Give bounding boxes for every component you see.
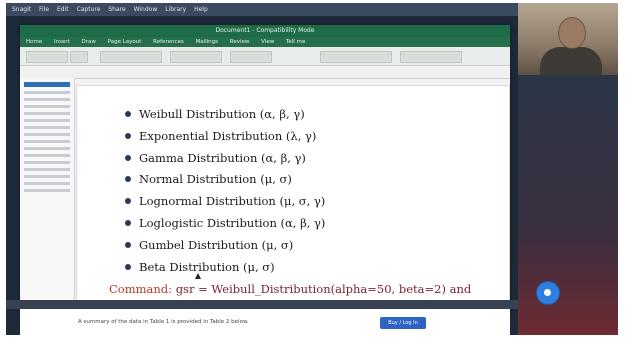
ribbon-tab[interactable]: Draw	[82, 39, 96, 45]
list-item: Normal Distribution (μ, σ)	[125, 169, 325, 191]
bullet-icon	[125, 154, 131, 161]
word-secondary-toolbar	[20, 66, 510, 79]
menubar-item[interactable]: Share	[108, 6, 125, 13]
menubar-item[interactable]: Library	[165, 6, 186, 13]
ribbon-tab[interactable]: Home	[26, 39, 42, 45]
style-box[interactable]	[230, 51, 272, 63]
nav-item[interactable]	[24, 119, 70, 122]
nav-item[interactable]	[24, 126, 70, 129]
word-title: Document1 - Compatibility Mode	[215, 27, 315, 34]
ribbon-tab[interactable]: Insert	[54, 39, 70, 45]
bullet-text: Loglogistic Distribution (α, β, γ)	[139, 215, 326, 230]
presenter-shoulders	[540, 47, 602, 75]
nav-item[interactable]	[24, 91, 70, 94]
menubar-item[interactable]: Snagit	[12, 6, 31, 13]
screen-share-frame: Snagit File Edit Capture Share Window Li…	[6, 3, 618, 335]
list-item: Exponential Distribution (λ, γ)	[125, 126, 325, 148]
word-window: Document1 - Compatibility Mode Home Inse…	[20, 25, 510, 317]
list-item: Gamma Distribution (α, β, γ)	[125, 148, 325, 170]
bullet-icon	[125, 176, 131, 183]
nav-item[interactable]	[24, 182, 70, 185]
command-label: Command:	[109, 282, 173, 296]
menubar-item[interactable]: File	[39, 6, 49, 13]
navigation-pane	[20, 78, 75, 317]
word-ribbon	[20, 47, 510, 66]
nav-item[interactable]	[24, 133, 70, 136]
nav-item[interactable]	[24, 105, 70, 108]
nav-item[interactable]	[24, 175, 70, 178]
underlying-web-page: A summary of the data in Table 1 is prov…	[20, 309, 510, 335]
chat-bubble-icon[interactable]	[536, 281, 560, 305]
bullet-icon	[125, 198, 131, 205]
nav-item[interactable]	[24, 147, 70, 150]
word-titlebar: Document1 - Compatibility Mode	[20, 25, 510, 37]
nav-item[interactable]	[24, 161, 70, 164]
bullet-text: Gumbel Distribution (μ, σ)	[139, 237, 294, 252]
ribbon-tab[interactable]: Page Layout	[108, 39, 142, 45]
bullet-icon	[125, 132, 131, 139]
webcam-video	[518, 3, 618, 75]
buy-login-button[interactable]: Buy / Log In	[380, 317, 426, 329]
browser-tab-strip	[6, 300, 518, 309]
bullet-icon	[125, 111, 131, 117]
styles-gallery[interactable]	[320, 51, 392, 63]
nav-item[interactable]	[24, 112, 70, 115]
right-background-panel	[518, 75, 618, 335]
nav-item[interactable]	[24, 154, 70, 157]
document-page[interactable]: Weibull Distribution (α, β, γ) Exponenti…	[76, 85, 510, 301]
nav-item[interactable]	[24, 98, 70, 101]
presenter-face	[558, 17, 586, 49]
command-line: Command: gsr = Weibull_Distribution(alph…	[109, 282, 471, 296]
menubar-item[interactable]: Capture	[77, 6, 101, 13]
menubar-item[interactable]: Window	[134, 6, 158, 13]
list-item: Loglogistic Distribution (α, β, γ)	[125, 213, 325, 235]
list-item: Weibull Distribution (α, β, γ)	[125, 104, 325, 126]
bullet-text: Beta Distribution (μ, σ)	[139, 259, 275, 274]
bullet-text: Lognormal Distribution (μ, σ, γ)	[139, 194, 326, 209]
menubar-item[interactable]: Help	[194, 6, 208, 13]
ribbon-tab[interactable]: Review	[230, 39, 250, 45]
ribbon-tab[interactable]: Tell me	[286, 39, 305, 45]
font-name-box[interactable]	[26, 51, 68, 63]
bullet-text: Weibull Distribution (α, β, γ)	[139, 107, 305, 121]
ribbon-tab[interactable]: Mailings	[195, 39, 218, 45]
mouse-cursor-icon	[195, 273, 201, 279]
font-size-box[interactable]	[70, 51, 88, 63]
format-buttons[interactable]	[100, 51, 162, 63]
bullet-text: Normal Distribution (μ, σ)	[139, 172, 292, 187]
bullet-icon	[125, 241, 131, 248]
paragraph-buttons[interactable]	[170, 51, 222, 63]
distribution-list: Weibull Distribution (α, β, γ) Exponenti…	[125, 104, 325, 278]
menubar-item[interactable]: Edit	[57, 6, 69, 13]
nav-item[interactable]	[24, 168, 70, 171]
ribbon-tab[interactable]: View	[261, 39, 274, 45]
word-ribbon-tabs: Home Insert Draw Page Layout References …	[20, 37, 510, 47]
list-item: Beta Distribution (μ, σ)	[125, 257, 325, 279]
nav-item-selected[interactable]	[24, 82, 70, 87]
nav-item[interactable]	[24, 189, 70, 192]
list-item: Lognormal Distribution (μ, σ, γ)	[125, 191, 325, 213]
ribbon-tab[interactable]: References	[153, 39, 184, 45]
page-paragraph: A summary of the data in Table 1 is prov…	[78, 319, 249, 325]
editing-buttons[interactable]	[400, 51, 462, 63]
bullet-text: Gamma Distribution (α, β, γ)	[139, 150, 306, 165]
bullet-icon	[125, 263, 131, 270]
list-item: Gumbel Distribution (μ, σ)	[125, 235, 325, 257]
bullet-text: Exponential Distribution (λ, γ)	[139, 128, 317, 143]
command-code: gsr = Weibull_Distribution(alpha=50, bet…	[175, 282, 472, 296]
bullet-icon	[125, 219, 131, 226]
nav-item[interactable]	[24, 140, 70, 143]
